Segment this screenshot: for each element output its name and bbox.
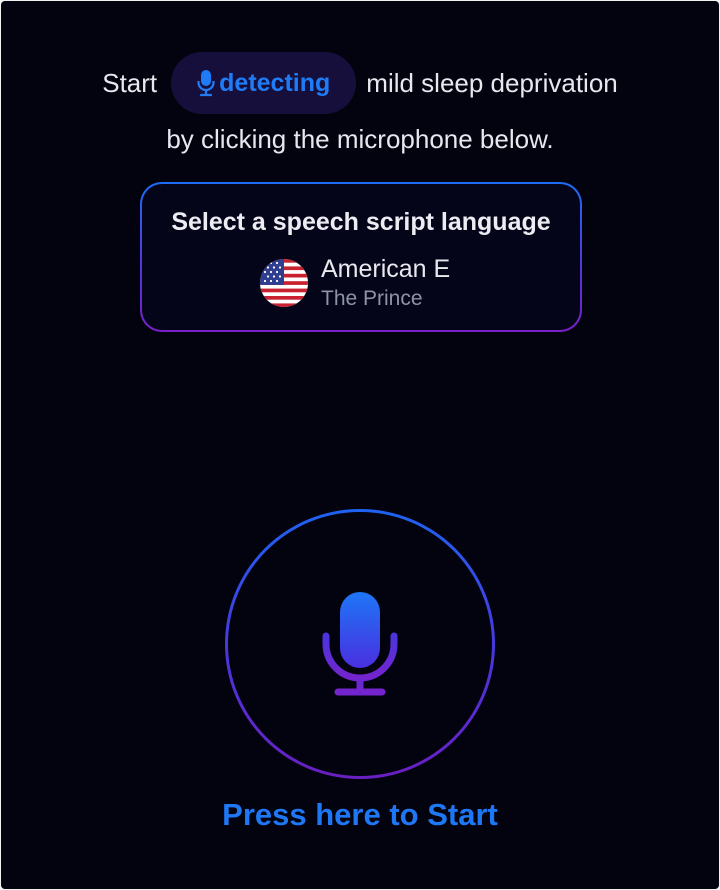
intro-prefix: Start [102, 67, 158, 98]
microphone-button[interactable] [225, 509, 495, 779]
intro-text: Start detecting mild sleep deprivation b… [1, 51, 719, 157]
microphone-icon [197, 70, 215, 97]
language-select-card[interactable]: Select a speech script language American… [140, 182, 582, 332]
intro-line-1: Start detecting mild sleep deprivation [1, 51, 719, 115]
language-name: American E [321, 255, 451, 283]
press-to-start-label[interactable]: Press here to Start [1, 797, 719, 833]
microphone-button-body[interactable] [228, 512, 492, 776]
language-select-heading: Select a speech script language [171, 208, 551, 236]
us-flag-icon [260, 259, 308, 307]
script-name: The Prince [321, 287, 423, 310]
detecting-label: detecting [219, 68, 331, 97]
intro-line-2: by clicking the microphone below. [166, 124, 554, 154]
microphone-icon [322, 592, 398, 696]
intro-suffix: mild sleep deprivation [366, 67, 618, 98]
language-select-card-body[interactable]: Select a speech script language American… [142, 184, 580, 330]
screen: Start detecting mild sleep deprivation b… [1, 1, 719, 889]
detecting-pill: detecting [171, 52, 357, 114]
